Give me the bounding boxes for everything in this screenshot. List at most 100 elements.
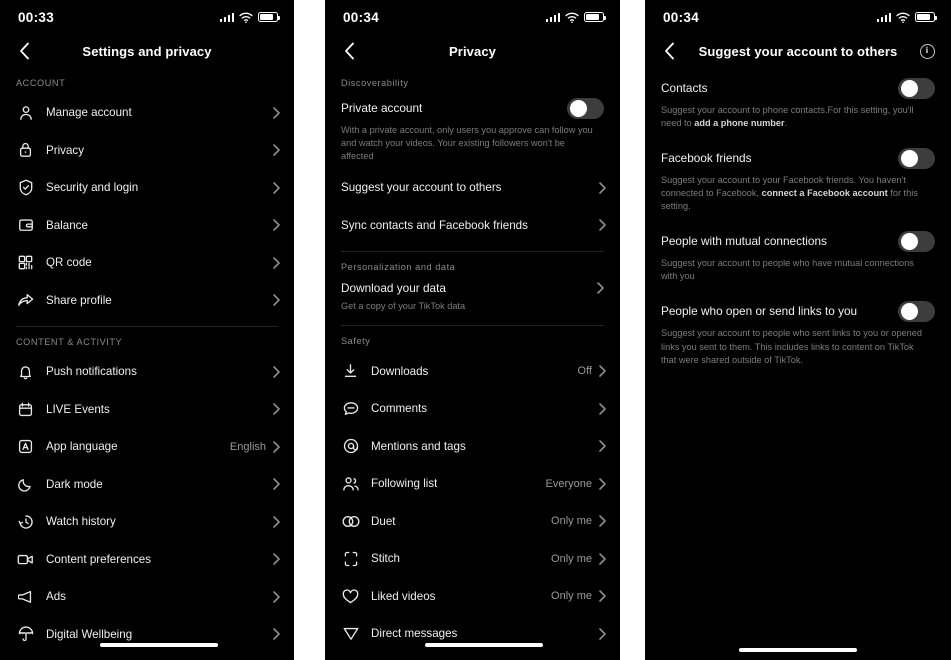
toggle-knob (900, 79, 918, 97)
settings-list: ACCOUNT Manage account Privacy Security … (0, 68, 294, 653)
chevron-left-icon (344, 42, 354, 60)
lock-icon (16, 141, 35, 160)
list-item-following-list[interactable]: Following list Everyone (325, 465, 620, 503)
list-item-suggest-your-account-to-others[interactable]: Suggest your account to others (325, 169, 620, 207)
chevron-right-icon (273, 256, 280, 269)
chevron-right-icon (273, 365, 280, 378)
list-item-sync-contacts-and-facebook-friends[interactable]: Sync contacts and Facebook friends (325, 207, 620, 245)
chevron-right-icon (599, 219, 606, 232)
chevron-right-icon (273, 478, 280, 491)
home-indicator (425, 642, 544, 647)
list-item-security-and-login[interactable]: Security and login (0, 169, 294, 207)
signal-bars-icon (876, 12, 891, 22)
list-item-liked-videos[interactable]: Liked videos Only me (325, 577, 620, 615)
setting-private-account: Private account With a private account, … (325, 94, 620, 163)
list-item-label: Manage account (46, 106, 132, 120)
signal-bars-icon (545, 12, 560, 22)
stitch-icon (341, 549, 360, 568)
list-item-mentions-and-tags[interactable]: Mentions and tags (325, 427, 620, 465)
list-item-manage-account[interactable]: Manage account (0, 94, 294, 132)
setting-description: Suggest your account to phone contacts.F… (661, 102, 935, 130)
mention-icon (341, 437, 360, 456)
wifi-icon (239, 12, 253, 23)
setting-people-with-mutual-connections: People with mutual connections Suggest y… (645, 227, 951, 283)
list-item-privacy[interactable]: Privacy (0, 132, 294, 170)
duet-icon (341, 512, 360, 531)
contacts-toggle[interactable] (898, 77, 935, 99)
list-item-share-profile[interactable]: Share profile (0, 282, 294, 320)
list-item-dark-mode[interactable]: Dark mode (0, 466, 294, 504)
chevron-left-icon (664, 42, 674, 60)
chevron-right-icon (599, 515, 606, 527)
toggle-knob (569, 99, 587, 117)
page-header: Suggest your account to others i (645, 34, 951, 68)
chevron-right-icon (273, 515, 280, 528)
toggle-knob (900, 149, 918, 167)
list-item-comments[interactable]: Comments (325, 390, 620, 428)
list-item-label: Ads (46, 590, 66, 604)
back-button[interactable] (659, 41, 679, 61)
mutual-connections-toggle[interactable] (898, 230, 935, 252)
shield-icon (16, 178, 35, 197)
back-button[interactable] (14, 41, 34, 61)
setting-title: People with mutual connections (661, 234, 827, 249)
list-item-qr-code[interactable]: QR code (0, 244, 294, 282)
setting-download-your-data[interactable]: Download your data Get a copy of your Ti… (325, 278, 620, 313)
chevron-right-icon (599, 590, 606, 602)
list-item-label: Digital Wellbeing (46, 627, 133, 641)
chevron-right-icon (599, 440, 606, 452)
list-item-label: Comments (371, 402, 428, 415)
back-button[interactable] (339, 41, 359, 61)
calendar-icon (16, 400, 35, 419)
privacy-list: Discoverability Private account With a p… (325, 68, 620, 652)
list-item-live-events[interactable]: LIVE Events (0, 391, 294, 429)
list-item-label: Watch history (46, 515, 116, 529)
info-icon: i (919, 43, 935, 59)
private-account-toggle[interactable] (567, 97, 604, 119)
list-item-content-preferences[interactable]: Content preferences (0, 541, 294, 579)
list-item-watch-history[interactable]: Watch history (0, 503, 294, 541)
list-item-duet[interactable]: Duet Only me (325, 502, 620, 540)
chevron-right-icon (273, 440, 280, 453)
status-bar: 00:34 (645, 0, 951, 34)
chevron-right-icon (599, 182, 606, 194)
chevron-right-icon (273, 106, 280, 119)
list-item-label: Privacy (46, 143, 85, 157)
list-item-stitch[interactable]: Stitch Only me (325, 540, 620, 578)
page-title: Suggest your account to others (698, 43, 898, 59)
list-item-label: Dark mode (46, 477, 103, 491)
chevron-right-icon (273, 628, 280, 641)
section-header-account: ACCOUNT (16, 78, 66, 88)
phone-screen-privacy: 00:34 Privacy Discoverability Private ac… (325, 0, 620, 660)
list-item-value: Only me (551, 590, 592, 602)
phone-screen-suggest-your-account: 00:34 Suggest your account to others i C… (645, 0, 951, 660)
phone-screen-settings-and-privacy: 00:33 Settings and privacy ACCOUNT Manag… (0, 0, 294, 660)
battery-icon (258, 12, 280, 22)
chevron-right-icon (273, 219, 280, 232)
setting-row-top: Contacts (661, 74, 935, 102)
section-header-content-and-activity: CONTENT & ACTIVITY (16, 337, 123, 347)
list-item-balance[interactable]: Balance (0, 207, 294, 245)
list-item-ads[interactable]: Ads (0, 578, 294, 616)
list-item-value: Only me (551, 552, 592, 565)
page-title: Settings and privacy (82, 43, 212, 59)
info-button[interactable]: i (917, 41, 937, 61)
chevron-right-icon (273, 590, 280, 603)
facebook-friends-toggle[interactable] (898, 147, 935, 169)
setting-description: Suggest your account to people who sent … (661, 328, 922, 365)
open-send-links-toggle[interactable] (898, 300, 935, 322)
list-item-app-language[interactable]: App language English (0, 428, 294, 466)
chevron-right-icon (273, 144, 280, 157)
connect-facebook-account-link[interactable]: connect a Facebook account (762, 188, 888, 198)
list-item-downloads[interactable]: Downloads Off (325, 352, 620, 390)
add-phone-number-link[interactable]: add a phone number (694, 118, 784, 128)
language-icon (16, 437, 35, 456)
download-icon (341, 362, 360, 381)
chevron-right-icon (599, 402, 606, 415)
list-item-push-notifications[interactable]: Push notifications (0, 353, 294, 391)
list-item-digital-wellbeing[interactable]: Digital Wellbeing (0, 616, 294, 654)
setting-row-top: People with mutual connections (661, 227, 935, 255)
setting-description: Get a copy of your TikTok data (341, 301, 466, 312)
list-item-label: Downloads (371, 364, 429, 378)
setting-people-who-open-or-send-links: People who open or send links to you Sug… (645, 297, 951, 366)
